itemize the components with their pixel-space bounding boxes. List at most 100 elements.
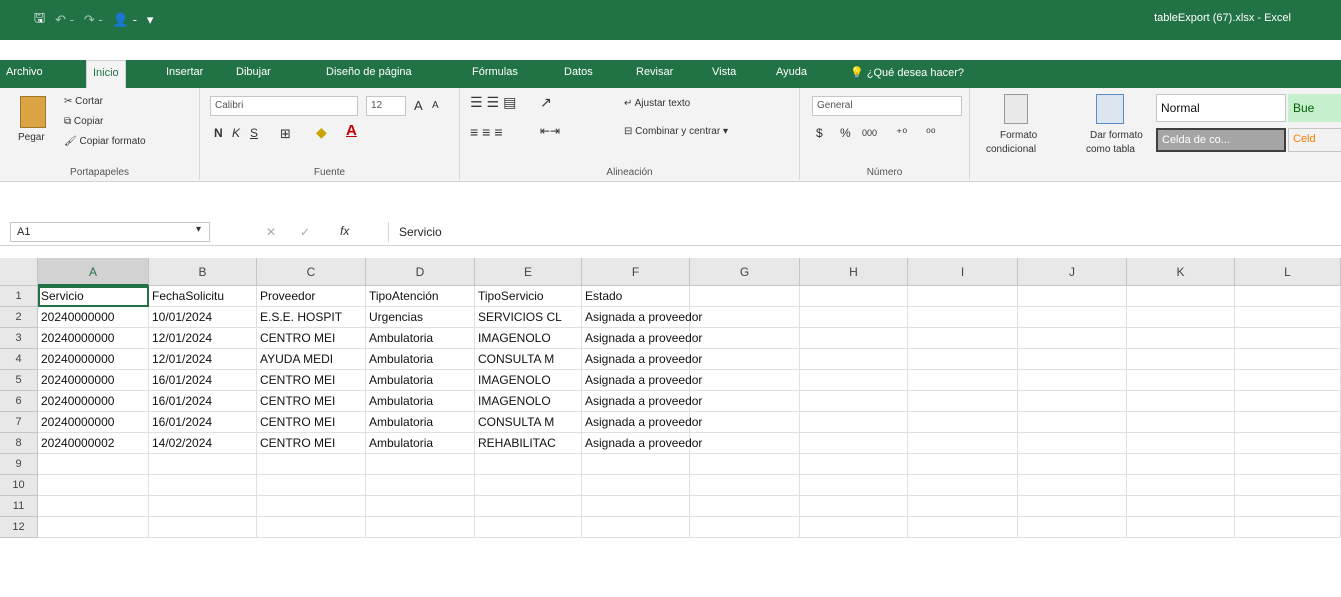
cell-e11[interactable] xyxy=(475,496,582,517)
column-header-c[interactable]: C xyxy=(257,258,366,286)
cell-d1[interactable]: TipoAtención xyxy=(366,286,475,307)
cell-j8[interactable] xyxy=(1018,433,1127,454)
paste-icon[interactable] xyxy=(20,96,46,128)
cell-e6[interactable]: IMAGENOLO xyxy=(475,391,582,412)
cell-i7[interactable] xyxy=(908,412,1018,433)
undo-icon[interactable]: ↶ - xyxy=(55,12,74,28)
cell-f2[interactable]: Asignada a proveedor xyxy=(582,307,702,328)
format-painter-button[interactable]: 🖌 Copiar formato xyxy=(64,136,146,147)
row-header-8[interactable]: 8 xyxy=(0,433,38,454)
cell-k12[interactable] xyxy=(1127,517,1235,538)
cell-l12[interactable] xyxy=(1235,517,1341,538)
conditional-format-icon[interactable] xyxy=(1004,94,1028,124)
cell-j2[interactable] xyxy=(1018,307,1127,328)
cell-g5[interactable] xyxy=(690,370,800,391)
row-header-5[interactable]: 5 xyxy=(0,370,38,391)
cell-j4[interactable] xyxy=(1018,349,1127,370)
row-header-1[interactable]: 1 xyxy=(0,286,38,307)
cell-d11[interactable] xyxy=(366,496,475,517)
cell-c9[interactable] xyxy=(257,454,366,475)
cell-f11[interactable] xyxy=(582,496,690,517)
cell-f5[interactable]: Asignada a proveedor xyxy=(582,370,702,391)
cell-k9[interactable] xyxy=(1127,454,1235,475)
cell-d6[interactable]: Ambulatoria xyxy=(366,391,475,412)
cell-c6[interactable]: CENTRO MEI xyxy=(257,391,366,412)
cell-e4[interactable]: CONSULTA M xyxy=(475,349,582,370)
cell-g7[interactable] xyxy=(690,412,800,433)
cell-a3[interactable]: 20240000000 xyxy=(38,328,149,349)
cell-l3[interactable] xyxy=(1235,328,1341,349)
format-table-label-1[interactable]: Dar formato xyxy=(1090,130,1143,141)
format-table-label-2[interactable]: como tabla xyxy=(1086,144,1135,155)
currency-button[interactable]: $ xyxy=(816,126,823,140)
decrease-decimal-button[interactable]: ⁰⁰ xyxy=(926,126,936,140)
cell-b12[interactable] xyxy=(149,517,257,538)
column-header-i[interactable]: I xyxy=(908,258,1018,286)
cell-h1[interactable] xyxy=(800,286,908,307)
cell-e1[interactable]: TipoServicio xyxy=(475,286,582,307)
cell-h5[interactable] xyxy=(800,370,908,391)
borders-icon[interactable]: ⊞ xyxy=(280,126,291,142)
cell-f10[interactable] xyxy=(582,475,690,496)
cell-l8[interactable] xyxy=(1235,433,1341,454)
style-calculation[interactable]: Celd xyxy=(1288,128,1341,152)
cell-e2[interactable]: SERVICIOS CL xyxy=(475,307,582,328)
cell-c8[interactable]: CENTRO MEI xyxy=(257,433,366,454)
cell-k7[interactable] xyxy=(1127,412,1235,433)
tab-vista[interactable]: Vista xyxy=(712,66,736,78)
cell-a7[interactable]: 20240000000 xyxy=(38,412,149,433)
cell-b8[interactable]: 14/02/2024 xyxy=(149,433,257,454)
cell-l10[interactable] xyxy=(1235,475,1341,496)
column-header-b[interactable]: B xyxy=(149,258,257,286)
cell-a9[interactable] xyxy=(38,454,149,475)
row-header-11[interactable]: 11 xyxy=(0,496,38,517)
cell-i2[interactable] xyxy=(908,307,1018,328)
cell-b4[interactable]: 12/01/2024 xyxy=(149,349,257,370)
cell-h2[interactable] xyxy=(800,307,908,328)
cell-e5[interactable]: IMAGENOLO xyxy=(475,370,582,391)
cell-i12[interactable] xyxy=(908,517,1018,538)
cell-g2[interactable] xyxy=(690,307,800,328)
touch-mode-icon[interactable]: 👤 - xyxy=(113,12,137,28)
cell-d9[interactable] xyxy=(366,454,475,475)
cell-h10[interactable] xyxy=(800,475,908,496)
cell-j3[interactable] xyxy=(1018,328,1127,349)
column-header-g[interactable]: G xyxy=(690,258,800,286)
underline-button[interactable]: S xyxy=(250,126,258,140)
cell-f6[interactable]: Asignada a proveedor xyxy=(582,391,702,412)
cell-j1[interactable] xyxy=(1018,286,1127,307)
cell-f8[interactable]: Asignada a proveedor xyxy=(582,433,702,454)
font-size-select[interactable]: 12 xyxy=(366,96,406,116)
cell-k1[interactable] xyxy=(1127,286,1235,307)
orientation-icon[interactable]: ↗ xyxy=(540,94,552,111)
tab-ayuda[interactable]: Ayuda xyxy=(776,66,807,78)
cell-j6[interactable] xyxy=(1018,391,1127,412)
column-header-f[interactable]: F xyxy=(582,258,690,286)
cell-c11[interactable] xyxy=(257,496,366,517)
cell-c5[interactable]: CENTRO MEI xyxy=(257,370,366,391)
style-check-cell[interactable]: Celda de co... xyxy=(1156,128,1286,152)
cell-a11[interactable] xyxy=(38,496,149,517)
column-header-e[interactable]: E xyxy=(475,258,582,286)
cell-g10[interactable] xyxy=(690,475,800,496)
cell-c7[interactable]: CENTRO MEI xyxy=(257,412,366,433)
copy-button[interactable]: ⧉ Copiar xyxy=(64,116,103,127)
cell-h7[interactable] xyxy=(800,412,908,433)
cell-i4[interactable] xyxy=(908,349,1018,370)
tab-formulas[interactable]: Fórmulas xyxy=(472,66,518,78)
tab-dibujar[interactable]: Dibujar xyxy=(236,66,271,78)
cell-c12[interactable] xyxy=(257,517,366,538)
cell-d10[interactable] xyxy=(366,475,475,496)
cell-l11[interactable] xyxy=(1235,496,1341,517)
cell-f12[interactable] xyxy=(582,517,690,538)
cell-h4[interactable] xyxy=(800,349,908,370)
column-header-j[interactable]: J xyxy=(1018,258,1127,286)
cell-e12[interactable] xyxy=(475,517,582,538)
cell-e9[interactable] xyxy=(475,454,582,475)
cell-f1[interactable]: Estado xyxy=(582,286,690,307)
cell-c2[interactable]: E.S.E. HOSPIT xyxy=(257,307,366,328)
font-shrink-icon[interactable]: A xyxy=(432,100,439,111)
tell-me-search[interactable]: 💡 ¿Qué desea hacer? xyxy=(850,66,964,79)
insert-function-icon[interactable]: fx xyxy=(340,224,349,238)
tab-revisar[interactable]: Revisar xyxy=(636,66,673,78)
